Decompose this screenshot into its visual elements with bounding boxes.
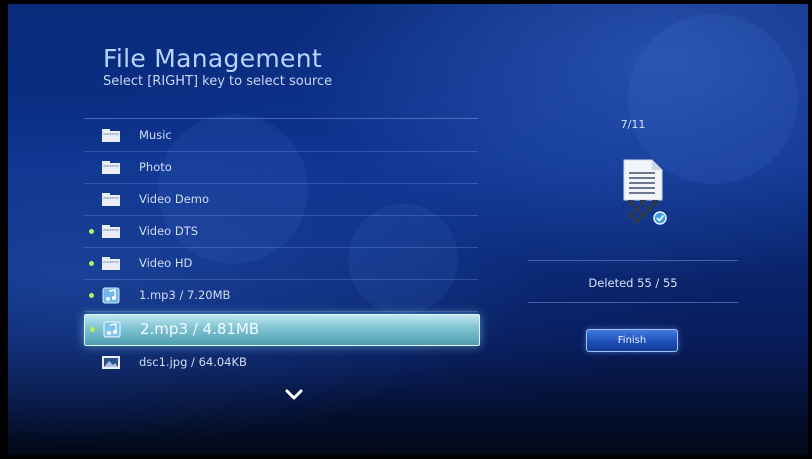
folder-icon	[102, 257, 120, 270]
image-file-icon	[102, 356, 120, 369]
list-item-photo[interactable]: Photo	[84, 151, 478, 184]
finish-button[interactable]: Finish	[586, 329, 678, 352]
list-item-label: Video DTS	[139, 224, 199, 238]
folder-icon	[102, 193, 120, 206]
progress-counter: 7/11	[620, 118, 646, 131]
list-item-label: 1.mp3 / 7.20MB	[139, 288, 231, 302]
status-top-divider	[528, 260, 738, 261]
chevron-down-icon[interactable]	[284, 388, 304, 402]
document-delete-icon	[623, 159, 667, 225]
list-item-label: Music	[139, 128, 172, 142]
screen: File Management Select [RIGHT] key to se…	[0, 0, 812, 459]
list-item-label: dsc1.jpg / 64.04KB	[139, 355, 247, 369]
list-item-2-mp3-selected[interactable]: 2.mp3 / 4.81MB	[84, 314, 480, 346]
file-management-panel: File Management Select [RIGHT] key to se…	[8, 4, 808, 455]
marked-indicator	[89, 293, 94, 298]
music-file-icon	[102, 287, 120, 304]
folder-icon	[102, 129, 120, 142]
list-item-label: Photo	[139, 160, 172, 174]
list-item-video-dts[interactable]: Video DTS	[84, 215, 478, 248]
list-item-1-mp3[interactable]: 1.mp3 / 7.20MB	[84, 279, 478, 312]
list-item-video-demo[interactable]: Video Demo	[84, 183, 478, 216]
list-item-label: Video HD	[139, 256, 193, 270]
list-item-label: Video Demo	[139, 192, 210, 206]
list-item-dsc1-jpg[interactable]: dsc1.jpg / 64.04KB	[84, 346, 478, 378]
list-item-label: 2.mp3 / 4.81MB	[140, 320, 260, 338]
music-file-icon	[103, 321, 121, 338]
delete-status-text: Deleted 55 / 55	[588, 276, 678, 290]
page-subtitle: Select [RIGHT] key to select source	[103, 74, 333, 89]
marked-indicator	[89, 229, 94, 234]
list-item-music[interactable]: Music	[84, 119, 478, 152]
marked-indicator	[90, 327, 95, 332]
list-item-video-hd[interactable]: Video HD	[84, 247, 478, 280]
page-title: File Management	[103, 44, 322, 73]
marked-indicator	[89, 261, 94, 266]
folder-icon	[102, 225, 120, 238]
folder-icon	[102, 161, 120, 174]
status-bottom-divider	[528, 302, 738, 303]
